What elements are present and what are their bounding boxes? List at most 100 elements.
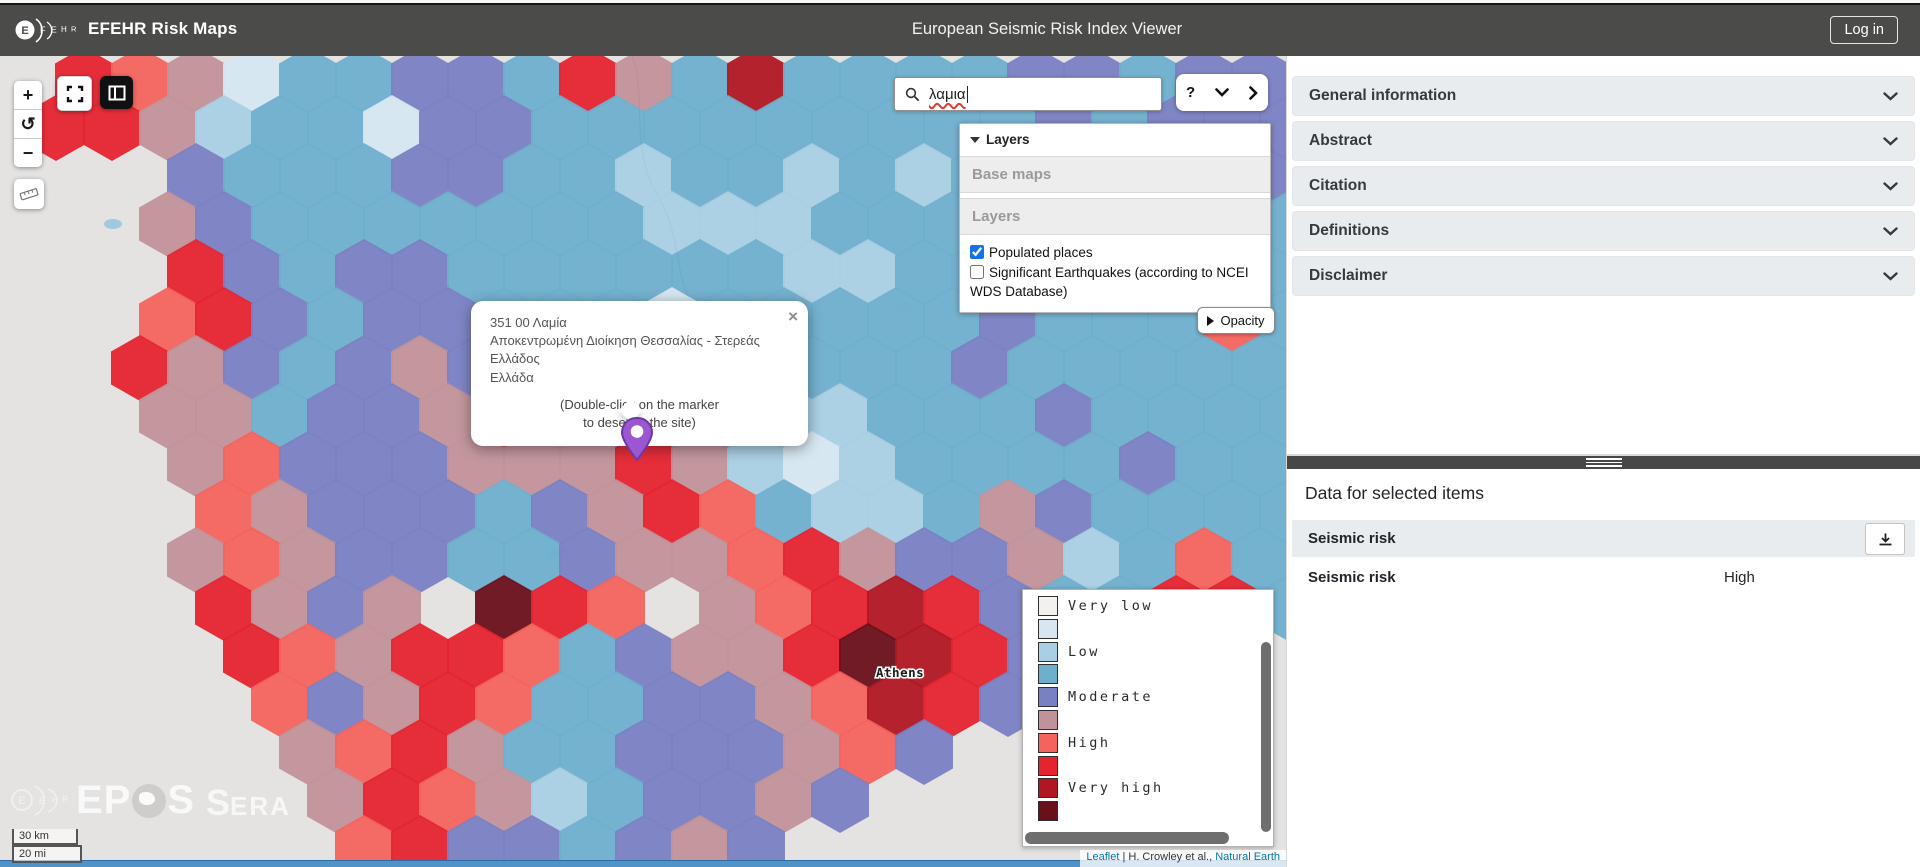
data-row-label: Seismic risk: [1308, 569, 1396, 586]
fullscreen-button[interactable]: [57, 76, 92, 111]
map-scale: 30 km 20 mi: [12, 829, 82, 863]
help-button[interactable]: ?: [1186, 84, 1195, 101]
measure-button[interactable]: [14, 179, 44, 209]
info-sidebar: General information Abstract Citation Defin…: [1286, 56, 1920, 867]
page-title: European Seismic Risk Index Viewer: [912, 20, 1182, 39]
svg-text:R: R: [71, 25, 77, 34]
map-canvas[interactable]: Athens + ↺ −: [0, 56, 1286, 867]
split-columns-icon: [108, 85, 126, 101]
app-brand: EFEHR Risk Maps: [88, 19, 237, 39]
legend-swatch: [1038, 619, 1058, 639]
section-layers[interactable]: Layers: [960, 198, 1270, 235]
data-group-header[interactable]: Seismic risk: [1292, 520, 1915, 557]
natural-earth-link[interactable]: Natural Earth: [1215, 851, 1280, 863]
layer-toggle-populated-places[interactable]: Populated places: [970, 243, 1260, 263]
svg-text:R: R: [62, 795, 68, 804]
section-base-maps[interactable]: Base maps: [960, 156, 1270, 193]
chevron-down-icon: [1883, 137, 1898, 146]
accordion-abstract[interactable]: Abstract: [1292, 121, 1915, 161]
layers-panel-header[interactable]: Layers: [960, 124, 1270, 151]
accordion-label: Abstract: [1309, 132, 1372, 150]
download-icon: [1878, 532, 1893, 547]
legend-label: High: [1068, 735, 1111, 751]
legend-item: [1038, 756, 1058, 776]
data-row-value: High: [1724, 569, 1755, 586]
layer-checkbox-list: Populated placesSignificant Earthquakes …: [960, 235, 1270, 312]
reset-view-button[interactable]: ↺: [14, 110, 42, 139]
legend-item: [1038, 801, 1058, 821]
accordion-label: Disclaimer: [1309, 267, 1387, 285]
login-button[interactable]: Log in: [1830, 16, 1898, 44]
legend-swatch: [1038, 710, 1058, 730]
layer-toggle-significant-earthquakes[interactable]: Significant Earthquakes (according to NC…: [970, 263, 1260, 302]
legend-label: Moderate: [1068, 689, 1153, 705]
legend-swatch: [1038, 756, 1058, 776]
download-button[interactable]: [1865, 523, 1905, 555]
legend-item: High: [1038, 733, 1111, 753]
accordion-definitions[interactable]: Definitions: [1292, 211, 1915, 251]
opacity-label: Opacity: [1220, 313, 1264, 328]
svg-text:H: H: [61, 25, 67, 34]
accordion-list: General information Abstract Citation Defin…: [1287, 56, 1920, 296]
opacity-button[interactable]: Opacity: [1197, 307, 1275, 334]
svg-text:E: E: [39, 796, 45, 806]
accordion-citation[interactable]: Citation: [1292, 166, 1915, 206]
data-section-title: Data for selected items: [1305, 483, 1484, 504]
risk-legend: Very lowLowModerateHighVery high: [1022, 589, 1274, 847]
data-group-label: Seismic risk: [1308, 530, 1396, 547]
map-attribution: Leaflet | H. Crowley et al., Natural Ear…: [1080, 850, 1286, 867]
legend-label: Very high: [1068, 780, 1164, 796]
zoom-control: + ↺ −: [14, 81, 42, 167]
zoom-in-button[interactable]: +: [14, 81, 42, 110]
accordion-label: Citation: [1309, 177, 1367, 195]
sera-watermark: SERA: [206, 782, 291, 824]
legend-horizontal-scrollbar[interactable]: [1025, 832, 1229, 844]
legend-swatch: [1038, 801, 1058, 821]
accordion-general-information[interactable]: General information: [1292, 76, 1915, 116]
legend-item: [1038, 710, 1058, 730]
search-toolbar: ?: [1176, 74, 1268, 111]
legend-item: [1038, 664, 1058, 684]
search-input[interactable]: λαμια: [894, 77, 1162, 111]
search-query-text: λαμια: [929, 86, 966, 103]
checkbox[interactable]: [970, 265, 984, 279]
legend-vertical-scrollbar[interactable]: [1261, 642, 1271, 832]
triangle-down-icon: [970, 137, 980, 143]
globe-icon: [132, 784, 166, 818]
legend-label: Very low: [1068, 598, 1153, 614]
popup-postal-line: 351 00 Λαμία: [490, 314, 789, 332]
collapse-button[interactable]: [1215, 88, 1229, 97]
zoom-out-button[interactable]: −: [14, 139, 42, 167]
legend-item: Very high: [1038, 778, 1164, 798]
chevron-down-icon: [1883, 92, 1898, 101]
leaflet-link[interactable]: Leaflet: [1086, 851, 1119, 863]
panel-layout-button[interactable]: [100, 76, 133, 109]
triangle-right-icon: [1207, 316, 1214, 326]
checkbox[interactable]: [970, 245, 984, 259]
close-icon[interactable]: ×: [788, 305, 798, 329]
layers-panel: Layers Base maps Layers Populated places…: [959, 123, 1271, 313]
legend-swatch: [1038, 778, 1058, 798]
popup-country-line: Ελλάδα: [490, 369, 789, 387]
accordion-disclaimer[interactable]: Disclaimer: [1292, 256, 1915, 296]
legend-item: [1038, 619, 1058, 639]
accordion-label: General information: [1309, 87, 1456, 105]
panel-resize-divider[interactable]: [1287, 454, 1920, 469]
svg-text:E: E: [21, 25, 28, 37]
search-icon: [905, 87, 920, 102]
chevron-down-icon: [1883, 182, 1898, 191]
drag-handle-icon: [1586, 458, 1622, 467]
site-marker-pin[interactable]: [618, 416, 656, 462]
epos-watermark: EPS: [76, 778, 195, 823]
crowley-credit: H. Crowley et al.,: [1128, 851, 1215, 863]
accordion-label: Definitions: [1309, 222, 1389, 240]
svg-text:F: F: [40, 25, 46, 35]
legend-item: Very low: [1038, 596, 1153, 616]
next-button[interactable]: [1249, 86, 1258, 100]
legend-swatch: [1038, 687, 1058, 707]
legend-swatch: [1038, 664, 1058, 684]
scale-mi: 20 mi: [12, 845, 82, 863]
chevron-down-icon: [1883, 227, 1898, 236]
efehr-watermark-icon: E E H R: [8, 778, 70, 828]
legend-item: Moderate: [1038, 687, 1153, 707]
